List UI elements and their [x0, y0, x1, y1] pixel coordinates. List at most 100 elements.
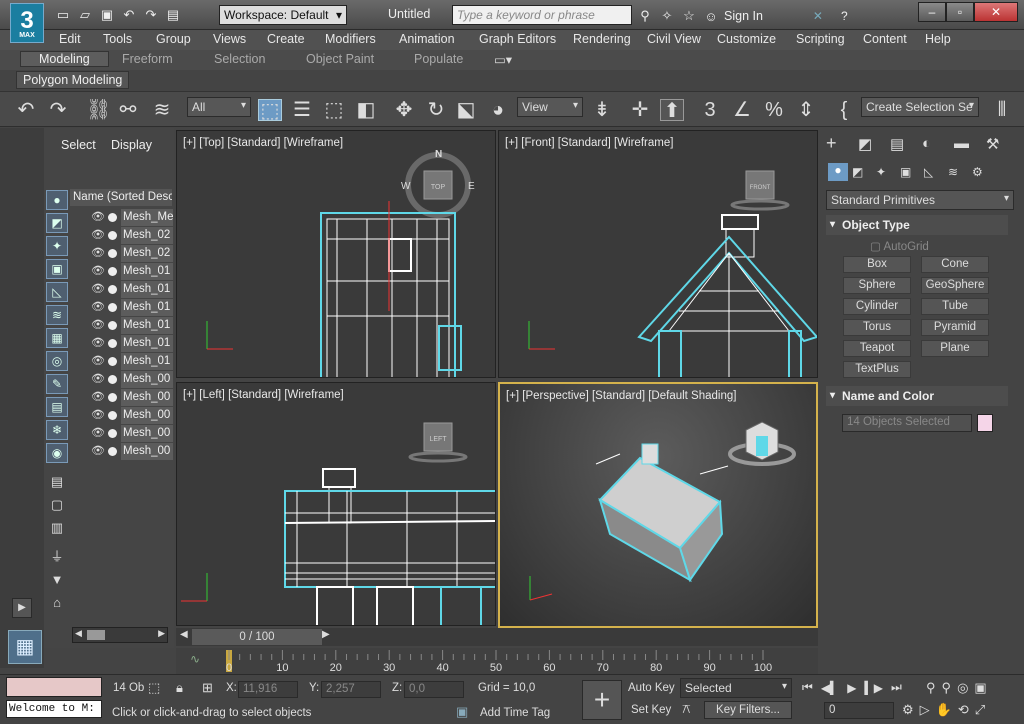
prev-key-icon[interactable]: ◀▍ — [821, 681, 839, 695]
scroll-left-icon[interactable]: ◀ — [75, 628, 82, 639]
play-icon[interactable]: ▶ — [847, 681, 856, 695]
zoom-extents-icon[interactable]: ◎ — [957, 680, 968, 696]
utilities-tab-icon[interactable]: ⚒ — [986, 135, 1018, 153]
visibility-eye-icon[interactable]: 👁︎ — [91, 300, 105, 313]
z-coordinate-field[interactable]: 0,0 — [404, 681, 464, 698]
new-file-icon[interactable]: ▭ — [54, 6, 72, 24]
freeze-dot-icon[interactable] — [108, 429, 117, 438]
next-key-icon[interactable]: ▍▶ — [865, 681, 883, 695]
funnel-icon[interactable]: ▼ — [47, 571, 67, 589]
absolute-mode-icon[interactable]: ⊞ — [202, 680, 213, 696]
select-object-icon[interactable]: ⬚ — [258, 99, 282, 122]
freeze-dot-icon[interactable] — [108, 231, 117, 240]
time-config-icon[interactable]: ⚙ — [902, 702, 914, 718]
time-slider-thumb[interactable]: 0 / 100 — [192, 629, 322, 645]
exchange-icon[interactable]: ✕ — [813, 9, 823, 23]
filter-icon[interactable]: ⏚ — [47, 548, 67, 566]
list-item[interactable]: 👁︎ Mesh_00 — [88, 443, 173, 460]
visibility-eye-icon[interactable]: 👁︎ — [91, 408, 105, 421]
modify-tab-icon[interactable]: ◩ — [858, 135, 890, 153]
select-by-name-icon[interactable]: ☰ — [290, 99, 314, 121]
viewport-top-label[interactable]: [+] [Top] [Standard] [Wireframe] — [183, 137, 343, 149]
zoom-extents-all-icon[interactable]: ▣ — [974, 680, 986, 696]
textplus-button[interactable]: TextPlus — [843, 361, 911, 378]
y-coordinate-field[interactable]: 2,257 — [321, 681, 381, 698]
visibility-eye-icon[interactable]: 👁︎ — [91, 282, 105, 295]
list-item[interactable]: 👁︎ Mesh_00 — [88, 371, 173, 388]
project-icon[interactable]: ▤ — [164, 6, 182, 24]
mirror-icon[interactable]: ⫴ — [990, 99, 1014, 121]
tab-freeform[interactable]: Freeform — [122, 52, 173, 66]
list-item[interactable]: 👁︎ Mesh_02 — [88, 227, 173, 244]
torus-button[interactable]: Torus — [843, 319, 911, 336]
visibility-eye-icon[interactable]: 👁︎ — [91, 318, 105, 331]
percent-snap-icon[interactable]: % — [762, 99, 786, 121]
menu-scripting[interactable]: Scripting — [796, 32, 845, 46]
viewport-layout-icon[interactable]: ▦ — [8, 630, 42, 664]
primitive-type-dropdown[interactable]: Standard Primitives — [826, 190, 1014, 210]
list-item[interactable]: 👁︎ Mesh_01 — [88, 299, 173, 316]
pyramid-button[interactable]: Pyramid — [921, 319, 989, 336]
viewport-perspective[interactable]: [+] [Perspective] [Standard] [Default Sh… — [498, 382, 818, 628]
freeze-dot-icon[interactable] — [108, 285, 117, 294]
sign-in-link[interactable]: Sign In — [724, 9, 763, 23]
hierarchy-tab-icon[interactable]: ▤ — [890, 135, 922, 153]
viewport-perspective-label[interactable]: [+] [Perspective] [Standard] [Default Sh… — [506, 390, 736, 402]
visibility-eye-icon[interactable]: 👁︎ — [91, 444, 105, 457]
current-frame-field[interactable]: 0 — [824, 702, 894, 719]
freeze-dot-icon[interactable] — [108, 267, 117, 276]
helpers-icon[interactable]: ◺ — [924, 165, 948, 179]
viewport-front-label[interactable]: [+] [Front] [Standard] [Wireframe] — [505, 137, 673, 149]
goto-end-icon[interactable]: ⏭ — [891, 680, 902, 695]
explorer-tab-select[interactable]: Select — [61, 138, 96, 152]
display-hidden-icon[interactable]: ◉ — [46, 443, 68, 463]
cone-button[interactable]: Cone — [921, 256, 989, 273]
menu-help[interactable]: Help — [925, 32, 951, 46]
bind-space-warp-icon[interactable]: ≋ — [150, 99, 174, 121]
minimize-button[interactable]: – — [918, 2, 946, 22]
display-tab-icon[interactable]: ▬ — [954, 135, 986, 152]
display-lights-icon[interactable]: ✦ — [46, 236, 68, 256]
list-item[interactable]: 👁︎ Mesh_01 — [88, 317, 173, 334]
maximize-button[interactable]: ▫ — [946, 2, 974, 22]
freeze-dot-icon[interactable] — [108, 393, 117, 402]
visibility-eye-icon[interactable]: 👁︎ — [91, 426, 105, 439]
viewport-top[interactable]: [+] [Top] [Standard] [Wireframe] TOP N W… — [176, 130, 496, 378]
polygon-modeling-tab[interactable]: Polygon Modeling — [16, 71, 130, 89]
menu-modifiers[interactable]: Modifiers — [325, 32, 376, 46]
help-icon[interactable]: ? — [841, 9, 848, 23]
window-crossing-icon[interactable]: ◧ — [354, 99, 378, 121]
tab-modeling[interactable]: Modeling — [20, 51, 109, 67]
viewport-front[interactable]: [+] [Front] [Standard] [Wireframe] FRONT — [498, 130, 818, 378]
menu-tools[interactable]: Tools — [103, 32, 132, 46]
time-slider[interactable]: ◀ 0 / 100 ▶ — [176, 628, 818, 646]
snaps-toggle-icon[interactable]: 3 — [698, 99, 722, 121]
list-item[interactable]: 👁︎ Mesh_01 — [88, 281, 173, 298]
scroll-thumb[interactable] — [87, 630, 105, 640]
plane-button[interactable]: Plane — [921, 340, 989, 357]
box-button[interactable]: Box — [843, 256, 911, 273]
place-icon[interactable]: ◕ — [486, 99, 510, 121]
spacewarps-icon[interactable]: ≋ — [948, 165, 972, 179]
display-none-list-icon[interactable]: ▢ — [47, 496, 67, 514]
select-manipulate-icon[interactable]: ✛ — [628, 99, 652, 121]
list-item[interactable]: 👁︎ Mesh_00 — [88, 407, 173, 424]
visibility-eye-icon[interactable]: 👁︎ — [91, 390, 105, 403]
prev-frame-icon[interactable]: ◀ — [180, 629, 188, 640]
cylinder-button[interactable]: Cylinder — [843, 298, 911, 315]
link-icon[interactable]: ⛓ — [86, 99, 111, 121]
binoculars-icon[interactable]: ⚲ — [636, 7, 654, 25]
freeze-dot-icon[interactable] — [108, 213, 117, 222]
menu-group[interactable]: Group — [156, 32, 191, 46]
viewport-left-label[interactable]: [+] [Left] [Standard] [Wireframe] — [183, 389, 344, 401]
list-item[interactable]: 👁︎ Mesh_00 — [88, 389, 173, 406]
visibility-eye-icon[interactable]: 👁︎ — [91, 354, 105, 367]
display-bones-icon[interactable]: ✎ — [46, 374, 68, 394]
sphere-button[interactable]: Sphere — [843, 277, 911, 294]
close-button[interactable]: ✕ — [974, 2, 1018, 22]
freeze-dot-icon[interactable] — [108, 447, 117, 456]
set-key-big-icon[interactable]: + — [582, 680, 622, 720]
maximize-viewport-icon[interactable]: ⤢ — [975, 702, 985, 718]
viewport-left[interactable]: [+] [Left] [Standard] [Wireframe] LEFT — [176, 382, 496, 626]
maxscript-mini-listener[interactable]: Welcome to M: — [6, 700, 102, 718]
